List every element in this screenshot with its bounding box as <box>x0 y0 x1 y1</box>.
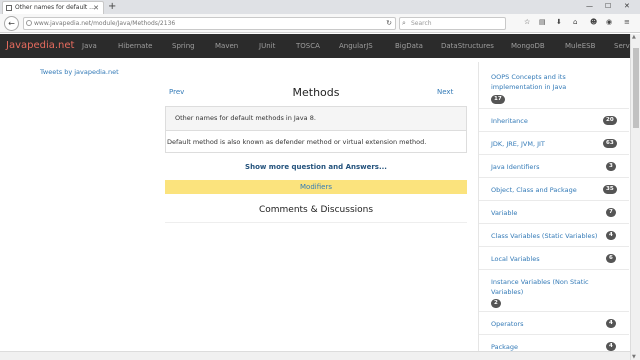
search-input[interactable]: ⌕ Search <box>399 17 506 30</box>
browser-toolbar: ← www.javapedia.net/module/Java/Methods/… <box>0 14 640 33</box>
sidebar-item-label: Operators <box>491 320 524 328</box>
count-badge: 17 <box>491 95 505 104</box>
nav-link-bigdata[interactable]: BigData <box>395 34 423 58</box>
page-title: Methods <box>292 86 340 99</box>
address-bar[interactable]: www.javapedia.net/module/Java/Methods/21… <box>23 17 396 30</box>
sidebar-item-object-class-package[interactable]: Object, Class and Package 35 <box>479 178 629 201</box>
count-badge: 63 <box>603 139 617 148</box>
new-tab-button[interactable]: + <box>108 0 116 13</box>
browser-tab-bar: Other names for default ... ✕ + — ☐ ✕ <box>0 0 640 14</box>
nav-link-maven[interactable]: Maven <box>215 34 238 58</box>
site-brand[interactable]: Javapedia.net <box>6 34 74 58</box>
count-badge: 7 <box>606 208 616 217</box>
scroll-up-arrow-icon[interactable]: ▲ <box>632 34 636 40</box>
show-more-link[interactable]: Show more question and Answers... <box>165 163 467 171</box>
site-info-icon[interactable] <box>26 20 32 26</box>
count-badge: 2 <box>491 299 501 308</box>
site-navbar: Javapedia.net Java Hibernate Spring Mave… <box>0 34 632 58</box>
menu-icon[interactable]: ≡ <box>624 18 630 26</box>
close-window-icon[interactable]: ✕ <box>624 0 630 13</box>
nav-link-angularjs[interactable]: AngularJS <box>339 34 373 58</box>
question-text: Other names for default methods in Java … <box>175 114 316 122</box>
sidebar-item-variable[interactable]: Variable 7 <box>479 201 629 224</box>
horizontal-scrollbar[interactable] <box>0 351 630 360</box>
sidebar-item-label: Class Variables (Static Variables) <box>491 232 598 240</box>
count-badge: 35 <box>603 185 617 194</box>
url-text: www.javapedia.net/module/Java/Methods/21… <box>34 20 176 27</box>
modifiers-link[interactable]: Modifiers <box>165 180 467 194</box>
question-panel: Other names for default methods in Java … <box>165 106 467 130</box>
tweets-link[interactable]: Tweets by javapedia.net <box>40 68 119 76</box>
scroll-down-arrow-icon[interactable]: ▼ <box>632 354 636 360</box>
count-badge: 6 <box>606 254 616 263</box>
nav-link-hibernate[interactable]: Hibernate <box>118 34 153 58</box>
sidebar-item-class-variables[interactable]: Class Variables (Static Variables) 4 <box>479 224 629 247</box>
page-icon <box>6 5 12 11</box>
sidebar-item-instance-variables[interactable]: Instance Variables (Non Static Variables… <box>479 270 629 312</box>
sidebar-item-label: Local Variables <box>491 255 540 263</box>
count-badge: 4 <box>606 319 616 328</box>
nav-link-spring[interactable]: Spring <box>172 34 195 58</box>
answer-panel: Default method is also known as defender… <box>165 130 467 153</box>
scrollbar-thumb[interactable] <box>633 48 639 128</box>
next-link[interactable]: Next <box>437 88 453 96</box>
answer-text: Default method is also known as defender… <box>167 138 427 146</box>
close-tab-icon[interactable]: ✕ <box>93 2 99 14</box>
bookmark-star-icon[interactable]: ☆ <box>524 18 530 26</box>
sidebar-item-local-variables[interactable]: Local Variables 6 <box>479 247 629 270</box>
sidebar-item-label: Instance Variables (Non Static Variables… <box>491 278 589 296</box>
nav-link-datastructures[interactable]: DataStructures <box>441 34 494 58</box>
tab-title: Other names for default ... <box>15 4 95 11</box>
nav-link-muleesb[interactable]: MuleESB <box>565 34 595 58</box>
topic-sidebar: OOPS Concepts and its implementation in … <box>478 62 629 360</box>
download-icon[interactable]: ⬇ <box>556 18 562 26</box>
divider <box>165 222 467 223</box>
sidebar-item-oops[interactable]: OOPS Concepts and its implementation in … <box>479 62 629 109</box>
home-icon[interactable]: ⌂ <box>573 18 577 26</box>
minimize-icon[interactable]: — <box>586 0 593 13</box>
maximize-icon[interactable]: ☐ <box>605 0 611 13</box>
search-icon: ⌕ <box>402 19 406 27</box>
sidebar-item-label: JDK, JRE, JVM, JIT <box>491 140 545 148</box>
count-badge: 3 <box>606 162 616 171</box>
nav-link-tosca[interactable]: TOSCA <box>296 34 320 58</box>
vertical-scrollbar[interactable]: ▲ ▼ <box>630 34 640 360</box>
nav-link-junit[interactable]: JUnit <box>259 34 275 58</box>
search-placeholder: Search <box>411 20 432 27</box>
nav-link-java[interactable]: Java <box>82 34 97 58</box>
reload-icon[interactable]: ↻ <box>386 18 392 29</box>
count-badge: 20 <box>603 116 617 125</box>
count-badge: 4 <box>606 342 616 351</box>
sidebar-item-operators[interactable]: Operators 4 <box>479 312 629 335</box>
nav-link-mongodb[interactable]: MongoDB <box>511 34 545 58</box>
sidebar-item-jdk-jre-jvm-jit[interactable]: JDK, JRE, JVM, JIT 63 <box>479 132 629 155</box>
comments-heading: Comments & Discussions <box>258 205 374 215</box>
sidebar-item-java-identifiers[interactable]: Java Identifiers 3 <box>479 155 629 178</box>
sidebar-item-label: Object, Class and Package <box>491 186 577 194</box>
sidebar-item-label: Java Identifiers <box>491 163 540 171</box>
sidebar-item-inheritance[interactable]: Inheritance 20 <box>479 109 629 132</box>
browser-tab[interactable]: Other names for default ... ✕ <box>2 1 104 14</box>
sidebar-item-label: Variable <box>491 209 518 217</box>
sidebar-item-label: Inheritance <box>491 117 528 125</box>
reading-list-icon[interactable]: ▤ <box>539 18 546 26</box>
extension-icon[interactable]: ◉ <box>606 18 612 26</box>
account-icon[interactable]: ☻ <box>590 18 597 26</box>
count-badge: 4 <box>606 231 616 240</box>
back-button[interactable]: ← <box>4 16 19 31</box>
sidebar-item-label: OOPS Concepts and its implementation in … <box>491 73 567 91</box>
